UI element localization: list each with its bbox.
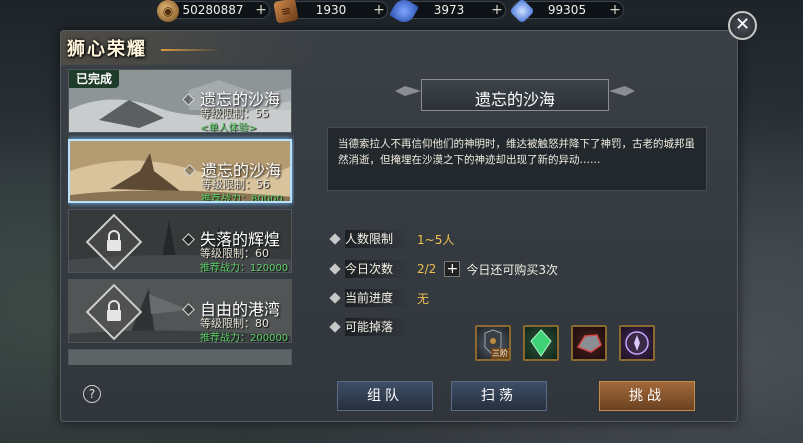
stage-recommended-power: 推荐战力：80000: [201, 194, 283, 203]
team-button[interactable]: 组队: [337, 381, 433, 411]
green-crystal-icon: [530, 329, 552, 357]
close-button[interactable]: ✕: [728, 11, 757, 40]
drop-item-emblem[interactable]: [619, 325, 655, 361]
drops-row: 可能掉落: [329, 317, 409, 337]
left-ornament: [395, 86, 421, 96]
diamond-bullet-icon: [329, 233, 341, 245]
resource-gold: ◉ 50280887 +: [157, 0, 270, 22]
lock-icon: [107, 300, 121, 321]
drop-item-red-ore[interactable]: [571, 325, 607, 361]
detail-title-frame: 遗忘的沙海: [421, 79, 609, 111]
resource-bar: ◉ 50280887 + ≡ 1930 + 3973 + 99305 +: [157, 0, 624, 27]
resource-feather: 3973 +: [388, 0, 506, 27]
panel-title: 狮心荣耀: [67, 39, 147, 60]
progress-row: 当前进度 无: [329, 288, 430, 308]
help-button[interactable]: ?: [83, 385, 101, 403]
scroll-icon: ≡: [273, 0, 299, 24]
title-decoration: [161, 49, 221, 51]
buy-attempts-button[interactable]: +: [444, 261, 461, 277]
party-size-label: 人数限制: [345, 230, 409, 248]
resource-crystal: 99305 +: [509, 0, 624, 24]
stage-detail: 遗忘的沙海 当德索拉人不再信仰他们的神明时，维达被触怒并降下了神罚，古老的城邦虽…: [299, 69, 731, 369]
challenge-button[interactable]: 挑战: [599, 381, 695, 411]
right-ornament: [609, 86, 635, 96]
stage-item-lost-glory[interactable]: 失落的辉煌 等级限制：60 推荐战力：120000: [68, 209, 292, 273]
item-tier-label: 三阶: [491, 348, 509, 359]
drop-item-green-crystal[interactable]: [523, 325, 559, 361]
gold-coin-icon: ◉: [157, 0, 179, 22]
stage-item-forgotten-sands-1[interactable]: 已完成 遗忘的沙海 等级限制：55 <单人体验>: [68, 69, 292, 133]
add-crystal-button[interactable]: +: [607, 2, 623, 18]
add-feather-button[interactable]: +: [489, 2, 505, 18]
stage-item-partial[interactable]: [68, 349, 292, 365]
buy-attempts-note: 今日还可购买3次: [466, 262, 558, 277]
party-size-row: 人数限制 1~5人: [329, 229, 455, 249]
progress-label: 当前进度: [345, 289, 409, 307]
diamond-bullet-icon: [329, 292, 341, 304]
stage-mode-note: <单人体验>: [200, 123, 257, 133]
stage-art: [69, 350, 291, 365]
daily-attempts-row: 今日次数 2/2 + 今日还可购买3次: [329, 259, 558, 279]
resource-scroll: ≡ 1930 +: [273, 0, 388, 24]
stage-item-free-harbor[interactable]: 自由的港湾 等级限制：80 推荐战力：200000: [68, 279, 292, 343]
progress-value: 无: [417, 291, 430, 306]
dungeon-panel: 狮心荣耀 已完成 遗忘的沙海 等级限制：55 <单人体验> 遗忘的沙海 等级限制…: [60, 30, 739, 422]
party-size-value: 1~5人: [417, 232, 455, 247]
title-bar: 狮心荣耀: [61, 31, 739, 65]
daily-attempts-label: 今日次数: [345, 260, 409, 278]
daily-attempts-value: 2/2: [417, 262, 437, 276]
purple-emblem-icon: [625, 331, 649, 355]
stage-list[interactable]: 已完成 遗忘的沙海 等级限制：55 <单人体验> 遗忘的沙海 等级限制：56 推…: [68, 69, 294, 365]
detail-title: 遗忘的沙海: [474, 90, 555, 109]
sweep-button[interactable]: 扫荡: [451, 381, 547, 411]
add-scroll-button[interactable]: +: [371, 2, 387, 18]
add-gold-button[interactable]: +: [253, 2, 269, 18]
diamond-bullet-icon: [329, 263, 341, 275]
stage-recommended-power: 推荐战力：120000: [200, 263, 289, 273]
diamond-bullet-icon: [329, 321, 341, 333]
stage-description: 当德索拉人不再信仰他们的神明时，维达被触怒并降下了神罚，古老的城邦虽然消逝，但掩…: [338, 138, 695, 166]
drops-label: 可能掉落: [345, 318, 409, 336]
lock-icon: [107, 230, 121, 251]
stage-recommended-power: 推荐战力：200000: [200, 333, 289, 343]
completed-badge: 已完成: [69, 70, 120, 88]
drop-item-armor[interactable]: 三阶: [475, 325, 511, 361]
stage-item-forgotten-sands-2[interactable]: 遗忘的沙海 等级限制：56 推荐战力：80000: [68, 139, 292, 203]
description-box: 当德索拉人不再信仰他们的神明时，维达被触怒并降下了神罚，古老的城邦虽然消逝，但掩…: [327, 127, 707, 191]
red-ore-icon: [576, 334, 602, 353]
